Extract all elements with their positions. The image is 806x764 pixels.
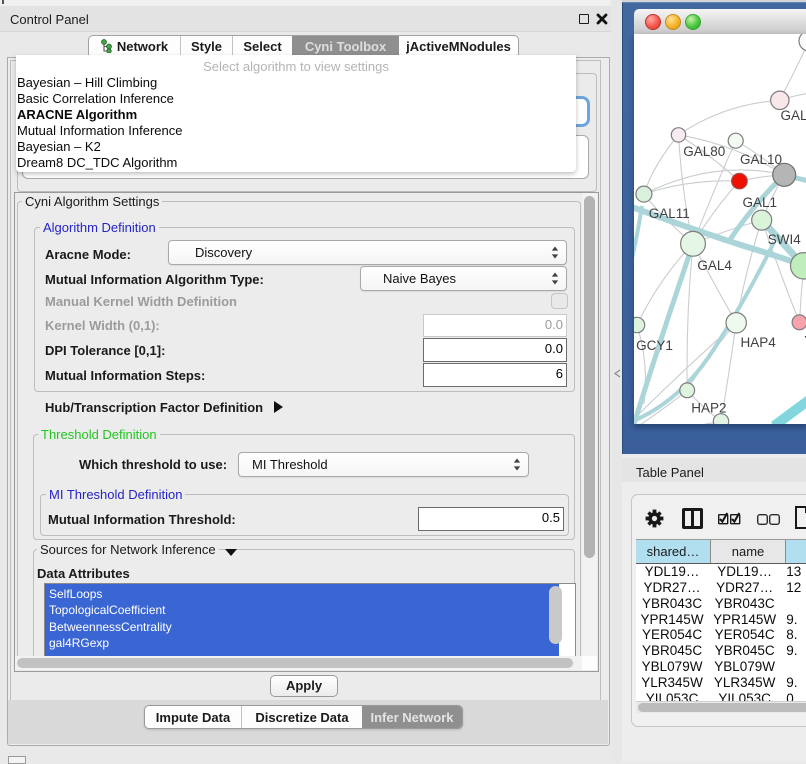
svg-text:GAL10: GAL10 [740, 152, 782, 167]
svg-text:HAP4: HAP4 [741, 335, 777, 350]
svg-text:GAL1: GAL1 [743, 195, 778, 210]
svg-text:HAP2: HAP2 [691, 401, 726, 416]
svg-text:GAL8: GAL8 [781, 108, 806, 123]
svg-text:GAL4: GAL4 [697, 258, 732, 273]
svg-text:GAL11: GAL11 [649, 206, 690, 221]
svg-text:SWI4: SWI4 [768, 232, 801, 247]
svg-text:GCY1: GCY1 [636, 338, 673, 353]
svg-text:GAL80: GAL80 [683, 144, 725, 159]
